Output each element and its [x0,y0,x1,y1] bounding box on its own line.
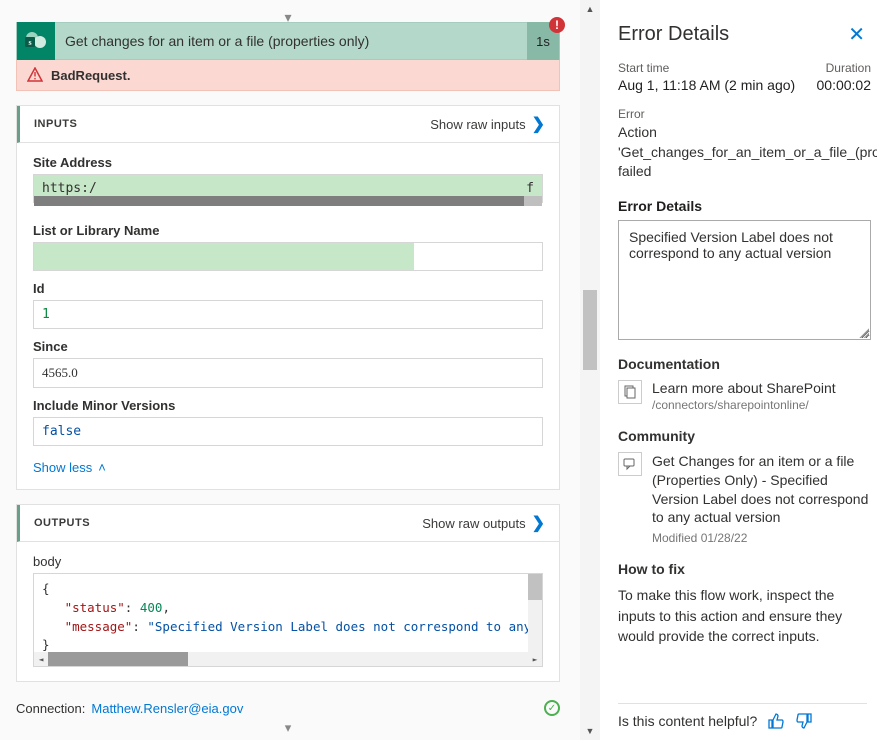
bad-request-text: BadRequest. [51,68,130,83]
documentation-link[interactable]: Learn more about SharePoint /connectors/… [618,380,871,412]
bad-request-banner: BadRequest. [16,60,560,91]
inputs-header: INPUTS Show raw inputs ❯ [17,106,559,143]
body-label: body [33,554,543,569]
show-raw-outputs-link[interactable]: Show raw outputs ❯ [422,513,545,533]
scroll-left-icon[interactable]: ◄ [34,652,48,666]
horizontal-scrollbar[interactable] [34,196,542,206]
chat-icon [618,452,642,476]
minor-versions-value: false [33,417,543,446]
thumbs-down-icon[interactable] [795,712,813,730]
duration-value: 00:00:02 [817,77,872,93]
inputs-card: INPUTS Show raw inputs ❯ Site Address ht… [16,105,560,490]
action-title: Get changes for an item or a file (prope… [55,33,527,49]
community-post-link[interactable]: Get Changes for an item or a file (Prope… [618,452,871,546]
show-less-link[interactable]: Show less ˄ [33,460,106,475]
run-details-pane: ▾ s Get changes for an item or a file (p… [0,0,580,740]
id-value: 1 [33,300,543,329]
id-label: Id [33,281,543,296]
site-address-label: Site Address [33,155,543,170]
connection-email-link[interactable]: Matthew.Rensler@eia.gov [91,701,243,716]
site-address-value: https:/ f [33,174,543,203]
doc-link-title: Learn more about SharePoint [652,380,836,396]
error-details-heading: Error Details [618,198,871,214]
helpful-bar: Is this content helpful? [618,703,867,730]
error-details-pane: Error Details ✕ Start time Duration Aug … [600,0,877,740]
scrollbar-thumb[interactable] [583,290,597,370]
scroll-down-icon[interactable]: ▼ [580,722,600,740]
error-badge-icon: ! [549,17,565,33]
document-icon [618,380,642,404]
horizontal-scrollbar[interactable]: ◄ ► [34,652,542,666]
community-post-date: Modified 01/28/22 [652,531,871,545]
chevron-down-icon[interactable]: ▾ [16,720,560,736]
inputs-title: INPUTS [34,118,77,130]
community-post-title: Get Changes for an item or a file (Prope… [652,452,871,528]
list-name-label: List or Library Name [33,223,543,238]
action-card-header[interactable]: s Get changes for an item or a file (pro… [16,22,560,60]
helpful-label: Is this content helpful? [618,713,757,729]
body-json-box: { "status": 400, "message": "Specified V… [33,573,543,667]
pane-title: Error Details [618,23,729,46]
thumbs-up-icon[interactable] [767,712,785,730]
connection-row: Connection: Matthew.Rensler@eia.gov ✓ [16,700,560,716]
community-heading: Community [618,428,871,444]
chevron-up-icon: ˄ [98,460,106,475]
doc-link-path: /connectors/sharepointonline/ [652,398,836,412]
start-time-label: Start time [618,61,669,75]
since-label: Since [33,339,543,354]
success-check-icon: ✓ [544,700,560,716]
howto-heading: How to fix [618,561,871,577]
show-raw-inputs-link[interactable]: Show raw inputs ❯ [430,114,545,134]
chevron-right-icon: ❯ [532,114,545,134]
scroll-right-icon[interactable]: ► [528,652,542,666]
chevron-right-icon: ❯ [532,513,545,533]
error-label: Error [618,107,871,121]
raw-inputs-label: Show raw inputs [430,117,525,132]
outputs-header: OUTPUTS Show raw outputs ❯ [17,505,559,542]
duration-label: Duration [826,61,871,75]
main-vertical-scrollbar[interactable]: ▲ ▼ [580,0,600,740]
svg-text:s: s [28,38,31,47]
howto-text: To make this flow work, inspect the inpu… [618,585,871,646]
vertical-scrollbar[interactable] [528,574,542,652]
connection-label: Connection: [16,701,85,716]
outputs-card: OUTPUTS Show raw outputs ❯ body { "statu… [16,504,560,682]
documentation-heading: Documentation [618,356,871,372]
outputs-title: OUTPUTS [34,517,90,529]
warning-icon [27,67,43,83]
minor-versions-label: Include Minor Versions [33,398,543,413]
scroll-up-icon[interactable]: ▲ [580,0,600,18]
raw-outputs-label: Show raw outputs [422,516,525,531]
error-action-text: Action 'Get_changes_for_an_item_or_a_fil… [618,123,871,182]
close-icon[interactable]: ✕ [842,22,871,47]
sharepoint-icon: s [17,22,55,60]
error-details-textbox[interactable]: Specified Version Label does not corresp… [618,220,871,340]
start-time-value: Aug 1, 11:18 AM (2 min ago) [618,77,795,93]
since-value: 4565.0 [33,358,543,388]
list-name-value [33,242,543,271]
